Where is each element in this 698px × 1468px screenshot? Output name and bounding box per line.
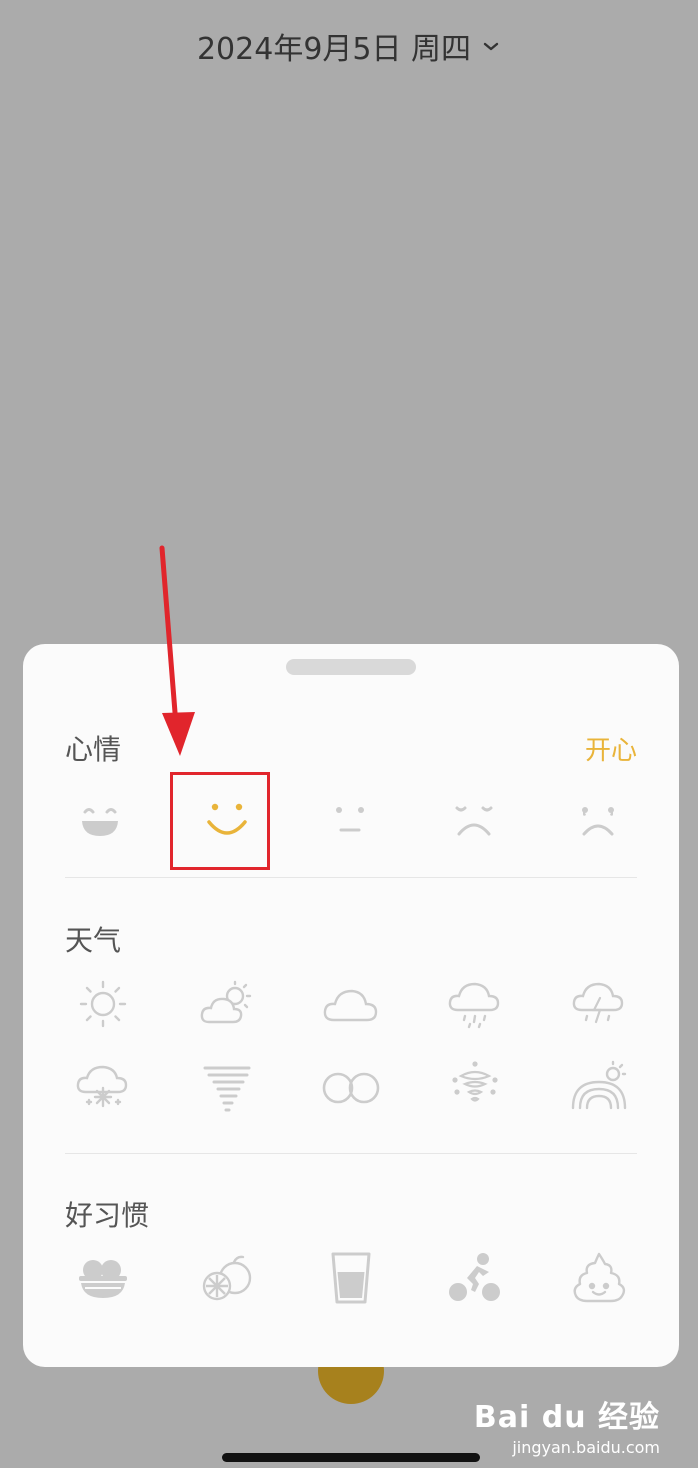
home-indicator[interactable] [222, 1453, 480, 1462]
watermark-url: jingyan.baidu.com [512, 1438, 660, 1457]
annotation-arrow-icon [159, 545, 195, 756]
watermark-logo: Bai du 经验 [473, 1400, 660, 1435]
watermark: Bai du 经验 jingyan.baidu.com [474, 1392, 660, 1457]
screen: 2024年9月5日 周四 心情 开心 天气 好习惯 Bai du 经验 jing… [0, 0, 698, 1468]
